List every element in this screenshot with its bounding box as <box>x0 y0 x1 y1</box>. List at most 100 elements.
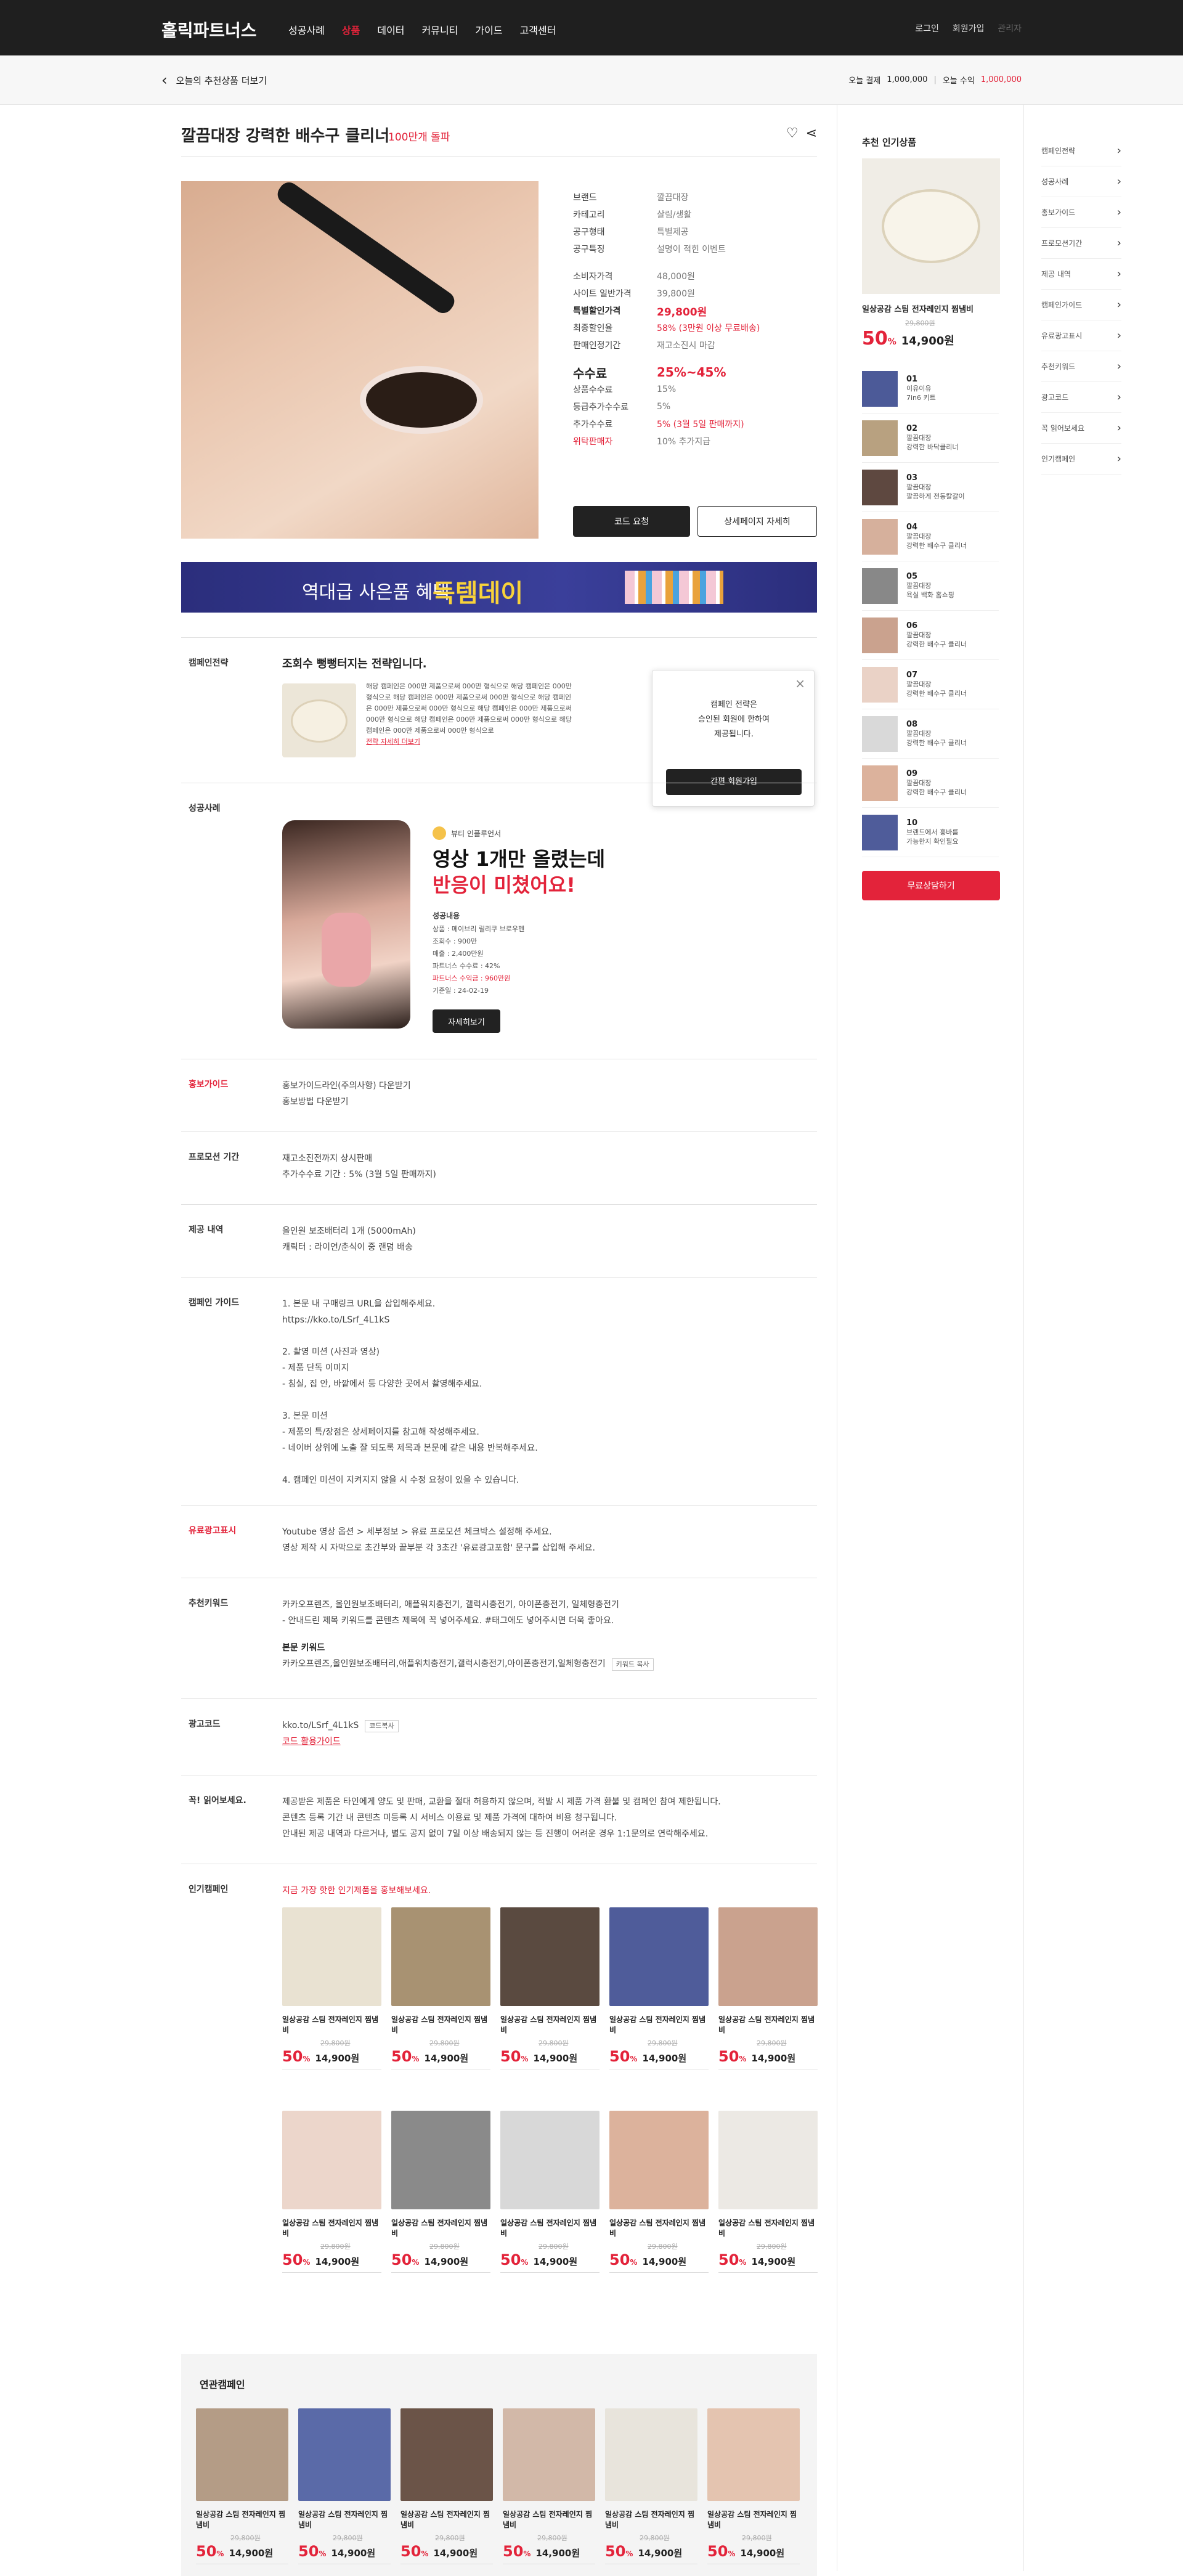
product-name[interactable]: 일상공감 스팀 전자레인지 찜냄비 <box>400 2509 493 2530</box>
rank-item[interactable]: 06 깔끔대장 강력한 배수구 클리너 <box>862 611 999 660</box>
product-thumbnail[interactable] <box>707 2408 800 2501</box>
free-consult-button[interactable]: 무료상담하기 <box>862 871 1000 900</box>
event-banner[interactable]: 역대급 사은품 혜택 득템데이 <box>181 562 817 613</box>
login-link[interactable]: 로그인 <box>915 22 939 35</box>
product-thumbnail[interactable] <box>400 2408 493 2501</box>
rank-thumbnail[interactable] <box>862 370 898 407</box>
admin-link[interactable]: 관리자 <box>998 22 1022 35</box>
product-thumbnail[interactable] <box>718 2111 818 2209</box>
close-icon[interactable]: × <box>795 675 805 691</box>
rank-thumbnail[interactable] <box>862 666 898 703</box>
quick-nav-item[interactable]: 꼭 읽어보세요 › <box>1041 413 1121 444</box>
rank-item[interactable]: 08 깔끔대장 강력한 배수구 클리너 <box>862 709 999 759</box>
product-thumbnail[interactable] <box>298 2408 391 2501</box>
quick-nav-item[interactable]: 인기캠페인 › <box>1041 444 1121 475</box>
product-name[interactable]: 일상공감 스팀 전자레인지 찜냄비 <box>282 2218 381 2239</box>
rank-item[interactable]: 10 브랜드에서 홍바름 가능한지 확인필요 <box>862 808 999 857</box>
quick-nav-item[interactable]: 캠페인전략 › <box>1041 136 1121 166</box>
rank-item[interactable]: 02 깔끔대장 강력한 바닥클리너 <box>862 414 999 463</box>
quick-nav-item[interactable]: 성공사례 › <box>1041 166 1121 197</box>
success-detail-button[interactable]: 자세히보기 <box>433 1009 500 1033</box>
rank-item[interactable]: 07 깔끔대장 강력한 배수구 클리너 <box>862 660 999 709</box>
product-card[interactable]: 일상공감 스팀 전자레인지 찜냄비 29,800원 50% 14,900원 <box>400 2408 493 2564</box>
product-name[interactable]: 일상공감 스팀 전자레인지 찜냄비 <box>196 2509 288 2530</box>
rank-thumbnail[interactable] <box>862 568 898 604</box>
rank-item[interactable]: 05 깔끔대장 욕실 백화 홈쇼핑 <box>862 561 999 611</box>
product-card[interactable]: 일상공감 스팀 전자레인지 찜냄비 29,800원 50% 14,900원 <box>707 2408 800 2564</box>
download-link[interactable]: 홍보가이드라인(주의사항) 다운받기 <box>282 1078 817 1094</box>
rank-item[interactable]: 04 깔끔대장 강력한 배수구 클리너 <box>862 512 999 561</box>
product-thumbnail[interactable] <box>605 2408 697 2501</box>
back-link[interactable]: ‹ 오늘의 추천상품 더보기 <box>161 73 267 88</box>
product-thumbnail[interactable] <box>282 2111 381 2209</box>
quick-nav-item[interactable]: 프로모션기간 › <box>1041 228 1121 259</box>
copy-code-button[interactable]: 코드복사 <box>365 1720 399 1732</box>
rank-thumbnail[interactable] <box>862 617 898 653</box>
product-name[interactable]: 일상공감 스팀 전자레인지 찜냄비 <box>282 2015 381 2036</box>
product-name[interactable]: 일상공감 스팀 전자레인지 찜냄비 <box>718 2015 818 2036</box>
product-card[interactable]: 일상공감 스팀 전자레인지 찜냄비 29,800원 50% 14,900원 <box>609 1907 709 2069</box>
quick-nav-item[interactable]: 제공 내역 › <box>1041 259 1121 290</box>
code-request-button[interactable]: 코드 요청 <box>573 506 690 537</box>
quick-nav-item[interactable]: 캠페인가이드 › <box>1041 290 1121 320</box>
quick-nav-item[interactable]: 추천키워드 › <box>1041 351 1121 382</box>
quick-nav-item[interactable]: 광고코드 › <box>1041 382 1121 413</box>
detail-page-button[interactable]: 상세페이지 자세히 <box>697 506 817 537</box>
quick-nav-item[interactable]: 홍보가이드 › <box>1041 197 1121 228</box>
product-thumbnail[interactable] <box>503 2408 595 2501</box>
download-link[interactable]: 홍보방법 다운받기 <box>282 1094 817 1110</box>
product-name[interactable]: 일상공감 스팀 전자레인지 찜냄비 <box>298 2509 391 2530</box>
rank-thumbnail[interactable] <box>862 518 898 555</box>
recommend-product-image[interactable] <box>862 158 1000 294</box>
signup-link[interactable]: 회원가입 <box>953 22 985 35</box>
product-card[interactable]: 일상공감 스팀 전자레인지 찜냄비 29,800원 50% 14,900원 <box>500 1907 600 2069</box>
product-name[interactable]: 일상공감 스팀 전자레인지 찜냄비 <box>391 2218 490 2239</box>
rank-thumbnail[interactable] <box>862 469 898 505</box>
share-icon[interactable]: ⋖ <box>806 126 817 141</box>
product-card[interactable]: 일상공감 스팀 전자레인지 찜냄비 29,800원 50% 14,900원 <box>282 2111 381 2273</box>
product-thumbnail[interactable] <box>718 1907 818 2006</box>
menu-item[interactable]: 데이터 <box>377 22 404 37</box>
rank-item[interactable]: 01 이유이유 7in6 키트 <box>862 364 999 414</box>
logo[interactable]: 홀릭파트너스 <box>161 17 257 42</box>
product-name[interactable]: 일상공감 스팀 전자레인지 찜냄비 <box>707 2509 800 2530</box>
product-card[interactable]: 일상공감 스팀 전자레인지 찜냄비 29,800원 50% 14,900원 <box>718 1907 818 2069</box>
heart-icon[interactable]: ♡ <box>786 126 799 141</box>
menu-item[interactable]: 고객센터 <box>520 22 556 37</box>
product-name[interactable]: 일상공감 스팀 전자레인지 찜냄비 <box>609 2218 709 2239</box>
quick-nav-item[interactable]: 유료광고표시 › <box>1041 320 1121 351</box>
product-thumbnail[interactable] <box>609 1907 709 2006</box>
product-card[interactable]: 일상공감 스팀 전자레인지 찜냄비 29,800원 50% 14,900원 <box>605 2408 697 2564</box>
product-thumbnail[interactable] <box>391 1907 490 2006</box>
code-guide-link[interactable]: 코드 활용가이드 <box>282 1734 817 1750</box>
product-card[interactable]: 일상공감 스팀 전자레인지 찜냄비 29,800원 50% 14,900원 <box>298 2408 391 2564</box>
product-thumbnail[interactable] <box>282 1907 381 2006</box>
rank-thumbnail[interactable] <box>862 814 898 850</box>
rank-thumbnail[interactable] <box>862 715 898 752</box>
product-card[interactable]: 일상공감 스팀 전자레인지 찜냄비 29,800원 50% 14,900원 <box>500 2111 600 2273</box>
product-card[interactable]: 일상공감 스팀 전자레인지 찜냄비 29,800원 50% 14,900원 <box>391 1907 490 2069</box>
product-name[interactable]: 일상공감 스팀 전자레인지 찜냄비 <box>500 2015 600 2036</box>
product-name[interactable]: 일상공감 스팀 전자레인지 찜냄비 <box>605 2509 697 2530</box>
product-name[interactable]: 일상공감 스팀 전자레인지 찜냄비 <box>391 2015 490 2036</box>
product-name[interactable]: 일상공감 스팀 전자레인지 찜냄비 <box>503 2509 595 2530</box>
menu-item[interactable]: 가이드 <box>475 22 502 37</box>
product-card[interactable]: 일상공감 스팀 전자레인지 찜냄비 29,800원 50% 14,900원 <box>609 2111 709 2273</box>
product-thumbnail[interactable] <box>609 2111 709 2209</box>
product-thumbnail[interactable] <box>196 2408 288 2501</box>
product-name[interactable]: 일상공감 스팀 전자레인지 찜냄비 <box>862 303 999 314</box>
menu-item[interactable]: 커뮤니티 <box>422 22 458 37</box>
product-name[interactable]: 일상공감 스팀 전자레인지 찜냄비 <box>500 2218 600 2239</box>
copy-keyword-button[interactable]: 키워드 복사 <box>611 1658 654 1671</box>
product-name[interactable]: 일상공감 스팀 전자레인지 찜냄비 <box>609 2015 709 2036</box>
product-card[interactable]: 일상공감 스팀 전자레인지 찜냄비 29,800원 50% 14,900원 <box>391 2111 490 2273</box>
product-thumbnail[interactable] <box>391 2111 490 2209</box>
product-card[interactable]: 일상공감 스팀 전자레인지 찜냄비 29,800원 50% 14,900원 <box>503 2408 595 2564</box>
product-thumbnail[interactable] <box>500 2111 600 2209</box>
success-video-thumbnail[interactable] <box>282 820 410 1029</box>
product-card[interactable]: 일상공감 스팀 전자레인지 찜냄비 29,800원 50% 14,900원 <box>196 2408 288 2564</box>
product-card[interactable]: 일상공감 스팀 전자레인지 찜냄비 29,800원 50% 14,900원 <box>282 1907 381 2069</box>
strategy-more-link[interactable]: 전략 자세히 더보기 <box>366 738 420 746</box>
product-card[interactable]: 일상공감 스팀 전자레인지 찜냄비 29,800원 50% 14,900원 <box>718 2111 818 2273</box>
rank-item[interactable]: 09 깔끔대장 강력한 배수구 클리너 <box>862 759 999 808</box>
